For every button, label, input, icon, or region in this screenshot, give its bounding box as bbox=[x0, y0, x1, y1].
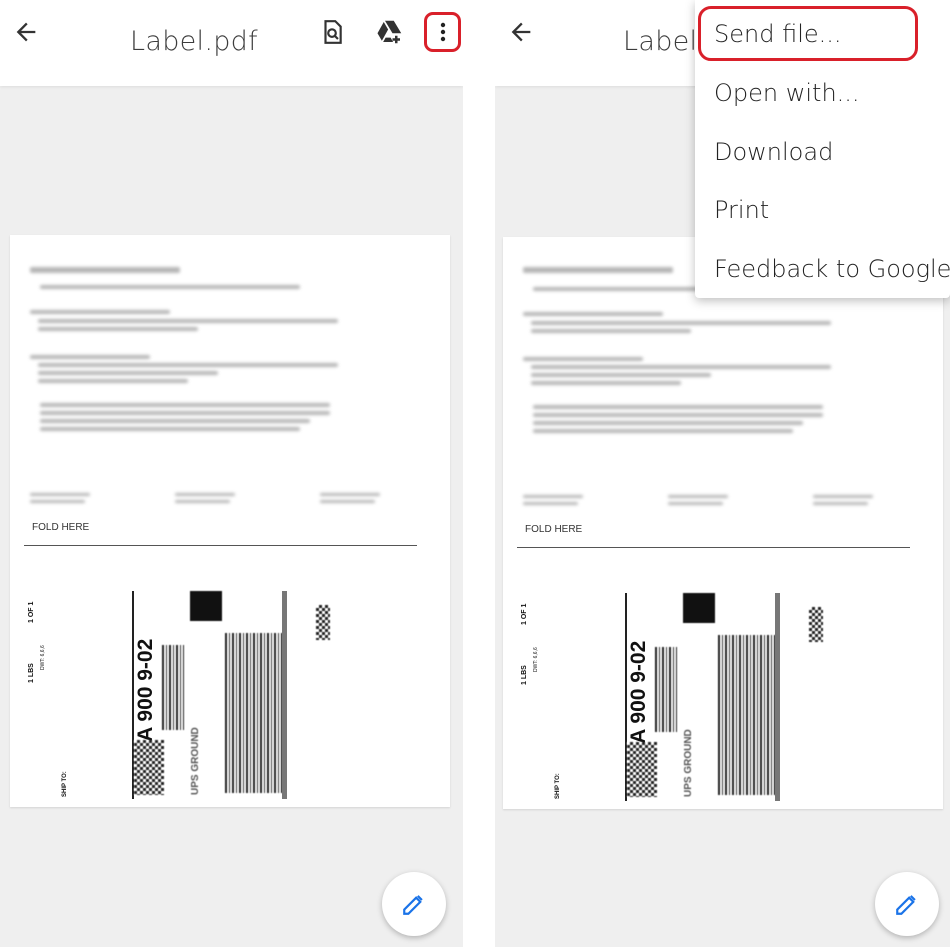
fold-here-label: FOLD HERE bbox=[32, 522, 90, 533]
ship-to-label: SHIP TO: bbox=[62, 771, 68, 797]
tracking-barcode bbox=[718, 635, 776, 795]
package-count: 1 OF 1 bbox=[28, 601, 35, 623]
service-level: UPS GROUND bbox=[683, 729, 694, 797]
document-title: Label.pdf bbox=[130, 26, 258, 57]
fold-here-label: FOLD HERE bbox=[525, 524, 583, 535]
dwt: DWT: 6,6,6 bbox=[533, 647, 539, 672]
search-in-document-icon[interactable] bbox=[316, 16, 348, 48]
back-arrow-icon[interactable] bbox=[507, 18, 535, 46]
edit-pencil-button[interactable] bbox=[875, 872, 939, 936]
dwt: DWT: 6,6,6 bbox=[40, 645, 46, 670]
postal-barcode bbox=[162, 645, 184, 730]
top-app-bar: Label.pdf bbox=[0, 0, 463, 86]
weight: 1 LBS bbox=[28, 663, 35, 683]
maxicode bbox=[627, 742, 657, 797]
weight: 1 LBS bbox=[521, 665, 528, 685]
menu-item-print[interactable]: Print bbox=[714, 196, 769, 224]
postal-barcode bbox=[655, 647, 677, 732]
fold-line bbox=[24, 545, 417, 546]
add-to-drive-icon[interactable] bbox=[374, 16, 406, 48]
service-box bbox=[683, 593, 715, 623]
left-screen: Label.pdf FOLD HERE 1 OF 1 1 LBS DWT: 6,… bbox=[0, 0, 463, 947]
pencil-icon bbox=[403, 895, 423, 915]
more-options-highlight bbox=[424, 12, 461, 52]
fold-line bbox=[517, 547, 910, 548]
service-box bbox=[190, 591, 222, 621]
document-title: Label. bbox=[623, 26, 707, 57]
pencil-icon bbox=[896, 895, 916, 915]
menu-item-open-with[interactable]: Open with... bbox=[714, 79, 860, 107]
back-arrow-icon[interactable] bbox=[12, 18, 40, 46]
package-count: 1 OF 1 bbox=[521, 603, 528, 625]
small-barcode bbox=[809, 607, 823, 642]
ship-to-label: SHIP TO: bbox=[555, 773, 561, 799]
tracking-barcode bbox=[225, 633, 283, 793]
menu-item-download[interactable]: Download bbox=[714, 138, 833, 166]
edit-pencil-button[interactable] bbox=[382, 872, 446, 936]
small-barcode bbox=[316, 605, 330, 640]
service-level: UPS GROUND bbox=[190, 727, 201, 795]
pdf-page: FOLD HERE 1 OF 1 1 LBS DWT: 6,6,6 SHIP T… bbox=[503, 237, 943, 809]
maxicode bbox=[134, 740, 164, 795]
menu-item-feedback[interactable]: Feedback to Google bbox=[714, 255, 950, 283]
pdf-page: FOLD HERE 1 OF 1 1 LBS DWT: 6,6,6 SHIP T… bbox=[10, 235, 450, 807]
send-file-highlight bbox=[698, 6, 918, 61]
